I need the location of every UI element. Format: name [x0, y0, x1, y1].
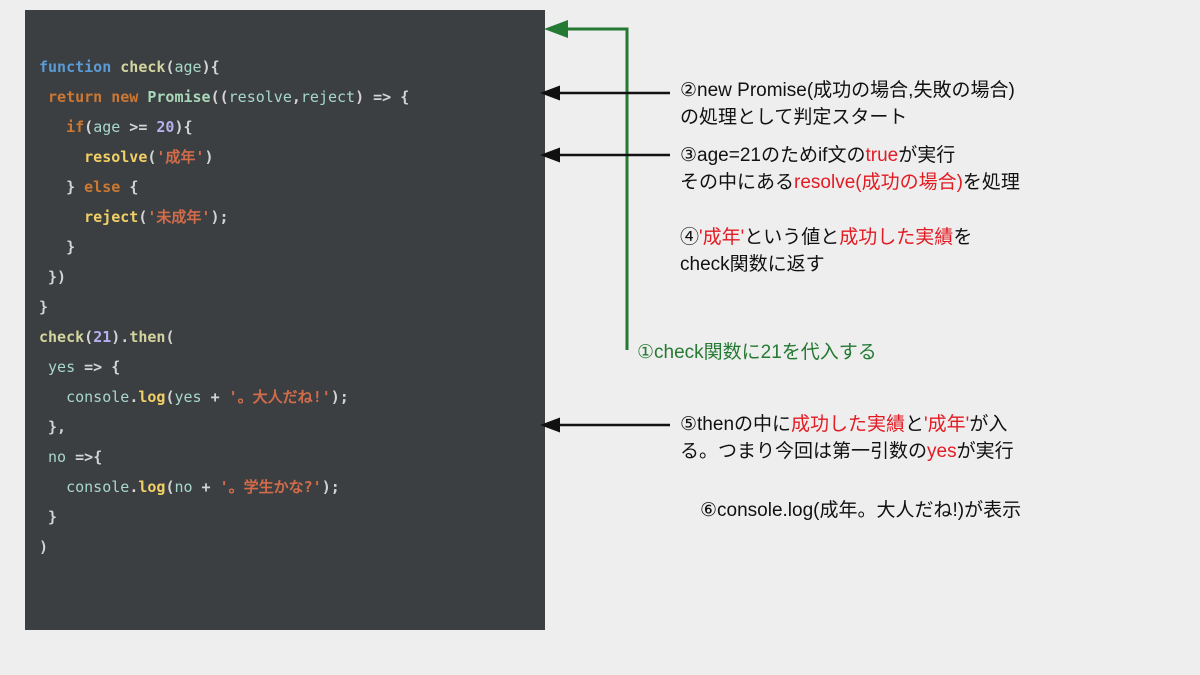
note-5-line1-b: と [905, 414, 924, 435]
brace: } [66, 178, 75, 196]
note-2-line2: の処理として判定スタート [680, 107, 907, 128]
call-reject: reject [84, 208, 138, 226]
note-4-red-seinen: '成年' [699, 227, 744, 248]
note-3-line1-a: ③age=21のためif文の [680, 145, 865, 166]
str-otona: '。大人だね!' [229, 388, 331, 406]
op-plus: + [193, 478, 220, 496]
dot: . [129, 388, 138, 406]
note-5-line2-a: る。つまり今回は第一引数の [680, 441, 927, 462]
note-2-line1: ②new Promise(成功の場合,失敗の場合) [680, 80, 1015, 101]
note-5-line1-a: ⑤thenの中に [680, 414, 791, 435]
note-5-red-jisseki: 成功した実績 [791, 414, 905, 435]
note-3-red-true: true [865, 145, 898, 166]
keyword-else: else [84, 178, 120, 196]
obj-console: console [66, 388, 129, 406]
method-log: log [138, 388, 165, 406]
brace: }) [48, 268, 66, 286]
note-4-mid: という値と [744, 227, 839, 248]
note-3-red-resolve: resolve(成功の場合) [794, 172, 963, 193]
note-1-text: ①check関数に21を代入する [637, 342, 877, 363]
note-5-line2-b: が実行 [957, 441, 1014, 462]
comma: , [292, 88, 301, 106]
paren: ) [174, 118, 183, 136]
brace: { [129, 178, 138, 196]
brace: } [48, 508, 57, 526]
note-1: ①check関数に21を代入する [637, 340, 877, 367]
brace: { [184, 118, 193, 136]
paren: ( [84, 328, 93, 346]
param-age: age [174, 58, 201, 76]
arrow: => [364, 88, 400, 106]
call-resolve: resolve [84, 148, 147, 166]
note-3: ③age=21のためif文のtrueが実行 その中にあるresolve(成功の場… [680, 143, 1020, 196]
note-2: ②new Promise(成功の場合,失敗の場合) の処理として判定スタート [680, 78, 1015, 131]
note-4-mark: ④ [680, 227, 699, 248]
var-yes: yes [174, 388, 201, 406]
fn-check: check [120, 58, 165, 76]
type-promise: Promise [147, 88, 210, 106]
brace: } [39, 298, 48, 316]
arrow: => [66, 448, 93, 466]
param-reject: reject [301, 88, 355, 106]
code-block: function check(age){ return new Promise(… [25, 10, 545, 630]
keyword-if: if [66, 118, 84, 136]
note-3-line2-a: その中にある [680, 172, 794, 193]
paren: (( [211, 88, 229, 106]
note-4: ④'成年'という値と成功した実績を check関数に返す [680, 225, 972, 278]
num-20: 20 [156, 118, 174, 136]
paren: ( [165, 328, 174, 346]
paren: ); [322, 478, 340, 496]
note-3-line2-b: を処理 [963, 172, 1020, 193]
arrow-1-green [562, 29, 627, 350]
note-5: ⑤thenの中に成功した実績と'成年'が入 る。つまり今回は第一引数のyesが実… [680, 412, 1014, 465]
note-6-text: ⑥console.log(成年。大人だね!)が表示 [700, 500, 1021, 521]
str-miseinen: '未成年' [147, 208, 210, 226]
note-4-line2: check関数に返す [680, 254, 825, 275]
brace: { [211, 58, 220, 76]
paren: ). [111, 328, 129, 346]
str-seinen: '成年' [156, 148, 204, 166]
note-6: ⑥console.log(成年。大人だね!)が表示 [700, 498, 1021, 525]
brace: { [111, 358, 120, 376]
paren: ) [355, 88, 364, 106]
param-yes: yes [48, 358, 75, 376]
arrow: => [75, 358, 111, 376]
str-gakusei: '。学生かな?' [220, 478, 322, 496]
paren: ) [39, 538, 48, 556]
note-4-red-jisseki: 成功した実績 [839, 227, 953, 248]
paren: ); [331, 388, 349, 406]
var-age: age [93, 118, 120, 136]
note-5-line1-c: が入 [969, 414, 1007, 435]
obj-console: console [66, 478, 129, 496]
op-plus: + [202, 388, 229, 406]
brace: }, [48, 418, 66, 436]
call-check: check [39, 328, 84, 346]
param-no: no [48, 448, 66, 466]
keyword-return: return [48, 88, 102, 106]
paren: ) [202, 58, 211, 76]
dot: . [129, 478, 138, 496]
op-gte: >= [120, 118, 156, 136]
paren: ); [210, 208, 228, 226]
brace: } [66, 238, 75, 256]
note-5-red-yes: yes [927, 441, 957, 462]
paren: ) [204, 148, 213, 166]
keyword-function: function [39, 58, 111, 76]
num-21: 21 [93, 328, 111, 346]
method-then: then [129, 328, 165, 346]
note-3-line1-b: が実行 [898, 145, 955, 166]
keyword-new: new [111, 88, 138, 106]
param-resolve: resolve [229, 88, 292, 106]
note-5-red-seinen: '成年' [924, 414, 969, 435]
var-no: no [174, 478, 192, 496]
paren: ( [84, 118, 93, 136]
brace: { [400, 88, 409, 106]
note-4-tail: を [953, 227, 972, 248]
brace: { [93, 448, 102, 466]
method-log: log [138, 478, 165, 496]
